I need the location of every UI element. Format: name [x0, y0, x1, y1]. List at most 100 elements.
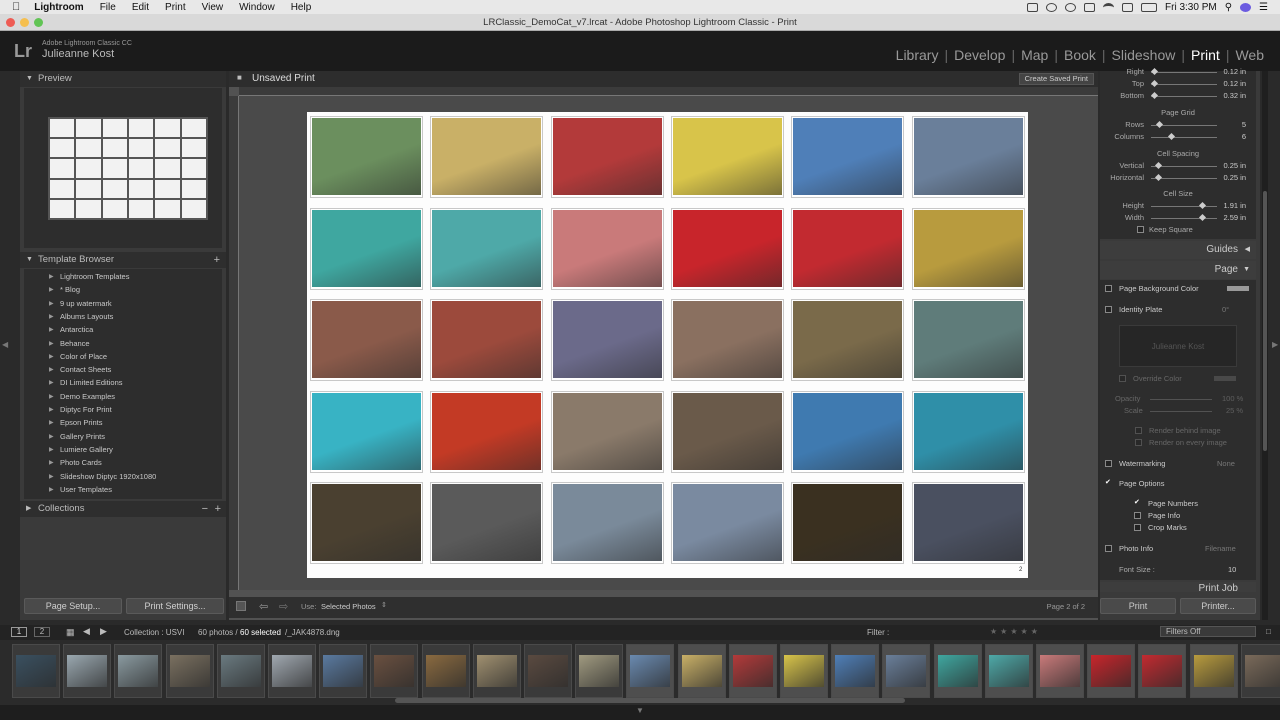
filmstrip-thumbnail[interactable]: [1036, 644, 1084, 698]
template-folder[interactable]: ▶ Antarctica: [49, 325, 93, 334]
stop-icon[interactable]: [236, 601, 246, 611]
grid-view-icon[interactable]: ▦: [66, 627, 75, 638]
module-book[interactable]: Book: [1058, 47, 1102, 63]
template-folder[interactable]: ▶ Color of Place: [49, 352, 107, 361]
margin-1-value[interactable]: 0.12 in: [1212, 79, 1246, 88]
add-template-icon[interactable]: +: [214, 252, 220, 268]
identity-plate-checkbox[interactable]: [1105, 306, 1112, 313]
print-button[interactable]: Print: [1100, 598, 1176, 614]
filmstrip-thumbnail[interactable]: [268, 644, 316, 698]
right-panel-scrollbar[interactable]: [1262, 71, 1268, 620]
override-color-checkbox[interactable]: [1119, 375, 1126, 382]
add-collection-icon[interactable]: +: [215, 501, 221, 517]
override-color-swatch[interactable]: [1214, 376, 1236, 381]
opacity-value[interactable]: 100 %: [1222, 394, 1243, 403]
filmstrip-thumbnail[interactable]: [933, 644, 982, 698]
photo-cell[interactable]: [550, 116, 664, 198]
create-saved-print-button[interactable]: Create Saved Print: [1018, 73, 1094, 85]
template-folder[interactable]: ▶ Lumiere Gallery: [49, 445, 113, 454]
filmstrip-thumbnail[interactable]: [421, 644, 470, 698]
photo-cell[interactable]: [430, 299, 544, 381]
watermark-dropdown[interactable]: None: [1217, 459, 1235, 468]
cell-size-1-value[interactable]: 2.59 in: [1212, 213, 1246, 222]
photo-cell[interactable]: [670, 299, 784, 381]
opacity-slider[interactable]: [1150, 399, 1212, 400]
template-folder[interactable]: ▶ Diptyc For Print: [49, 405, 112, 414]
filmstrip-thumbnail[interactable]: [114, 644, 163, 698]
filmstrip-thumbnail[interactable]: [882, 644, 931, 698]
menu-print[interactable]: Print: [157, 2, 194, 13]
menu-help[interactable]: Help: [283, 2, 320, 13]
page-background-color-checkbox[interactable]: [1105, 285, 1112, 292]
filmstrip-thumbnail[interactable]: [165, 644, 214, 698]
filmstrip-thumbnail[interactable]: [472, 644, 521, 698]
template-folder[interactable]: ▶ Slideshow Diptyc 1920x1080: [49, 472, 156, 481]
template-folder[interactable]: ▶ 9 up watermark: [49, 299, 112, 308]
cc-icon[interactable]: [1046, 2, 1058, 12]
page-options-checkbox[interactable]: ✔: [1105, 479, 1112, 487]
photo-cell[interactable]: [550, 299, 664, 381]
cell-spacing-1-value[interactable]: 0.25 in: [1212, 173, 1246, 182]
forward-arrow-icon[interactable]: ▶: [100, 626, 107, 637]
printer-button[interactable]: Printer...: [1180, 598, 1256, 614]
photo-cell[interactable]: [550, 207, 664, 290]
module-library[interactable]: Library: [890, 47, 945, 63]
apple-icon[interactable]: : [0, 1, 26, 13]
template-folder[interactable]: ▶ User Templates: [49, 485, 112, 494]
render-behind-image-checkbox[interactable]: [1135, 427, 1142, 434]
info-icon[interactable]: [1065, 2, 1077, 12]
margin-2-slider[interactable]: [1151, 96, 1217, 97]
filmstrip-thumbnail[interactable]: [984, 644, 1033, 698]
battery-icon[interactable]: [1141, 2, 1158, 12]
photo-cell[interactable]: [310, 207, 423, 290]
filmstrip-thumbnail[interactable]: [370, 644, 419, 698]
page-grid-1-slider[interactable]: [1151, 137, 1217, 138]
filmstrip-thumbnail[interactable]: [524, 644, 572, 698]
photo-cell[interactable]: [550, 390, 664, 473]
volume-icon[interactable]: [1122, 2, 1134, 12]
filmstrip-thumbnail[interactable]: [63, 644, 112, 698]
photo-cell[interactable]: [670, 390, 784, 473]
page-grid-0-value[interactable]: 5: [1212, 120, 1246, 129]
identity-plate-angle[interactable]: 0°: [1222, 305, 1229, 314]
print-job-panel-header[interactable]: Print Job: [1100, 582, 1256, 592]
filmstrip-thumbnail[interactable]: [780, 644, 828, 698]
filmstrip-scrollbar[interactable]: [395, 698, 905, 703]
photo-cell[interactable]: [670, 482, 784, 564]
cell-size-1-slider[interactable]: [1151, 218, 1217, 219]
wifi-icon[interactable]: [1103, 2, 1115, 12]
crop-marks-checkbox[interactable]: [1134, 524, 1141, 531]
photo-cell[interactable]: [911, 390, 1025, 473]
menu-view[interactable]: View: [194, 2, 232, 13]
scale-value[interactable]: 25 %: [1226, 406, 1243, 415]
menu-file[interactable]: File: [92, 2, 124, 13]
print-settings-button[interactable]: Print Settings...: [126, 598, 224, 614]
template-folder[interactable]: ▶ Photo Cards: [49, 458, 102, 467]
photo-cell[interactable]: [791, 116, 905, 198]
photo-cell[interactable]: [430, 116, 544, 198]
right-panel-toggle-icon[interactable]: ▶: [1272, 340, 1278, 349]
close-window-button[interactable]: [6, 18, 15, 27]
filmstrip-thumbnail[interactable]: [1189, 644, 1238, 698]
page-setup-button[interactable]: Page Setup...: [24, 598, 122, 614]
photo-cell[interactable]: [911, 116, 1025, 198]
photo-cell[interactable]: [791, 207, 905, 290]
font-size-dropdown[interactable]: 10: [1228, 565, 1236, 574]
photo-cell[interactable]: [911, 207, 1025, 290]
collections-header[interactable]: ▶ Collections − +: [20, 501, 226, 517]
guides-panel-header[interactable]: Guides ◀: [1100, 241, 1256, 259]
page-panel-header[interactable]: Page ▼: [1100, 261, 1256, 279]
spotlight-icon[interactable]: ⚲: [1225, 2, 1232, 13]
remove-collection-icon[interactable]: −: [202, 501, 208, 517]
minimize-window-button[interactable]: [20, 18, 29, 27]
clock[interactable]: Fri 3:30 PM: [1165, 2, 1217, 13]
cell-spacing-0-value[interactable]: 0.25 in: [1212, 161, 1246, 170]
filmstrip-thumbnail[interactable]: [831, 644, 880, 698]
photo-cell[interactable]: [791, 390, 905, 473]
siri-icon[interactable]: [1240, 2, 1252, 12]
photo-cell[interactable]: [670, 207, 784, 290]
watermarking-checkbox[interactable]: [1105, 460, 1112, 467]
current-file[interactable]: /_JAK4878.dng: [285, 628, 340, 637]
collection-source[interactable]: Collection : USVI: [124, 628, 184, 637]
module-print[interactable]: Print: [1185, 47, 1226, 63]
